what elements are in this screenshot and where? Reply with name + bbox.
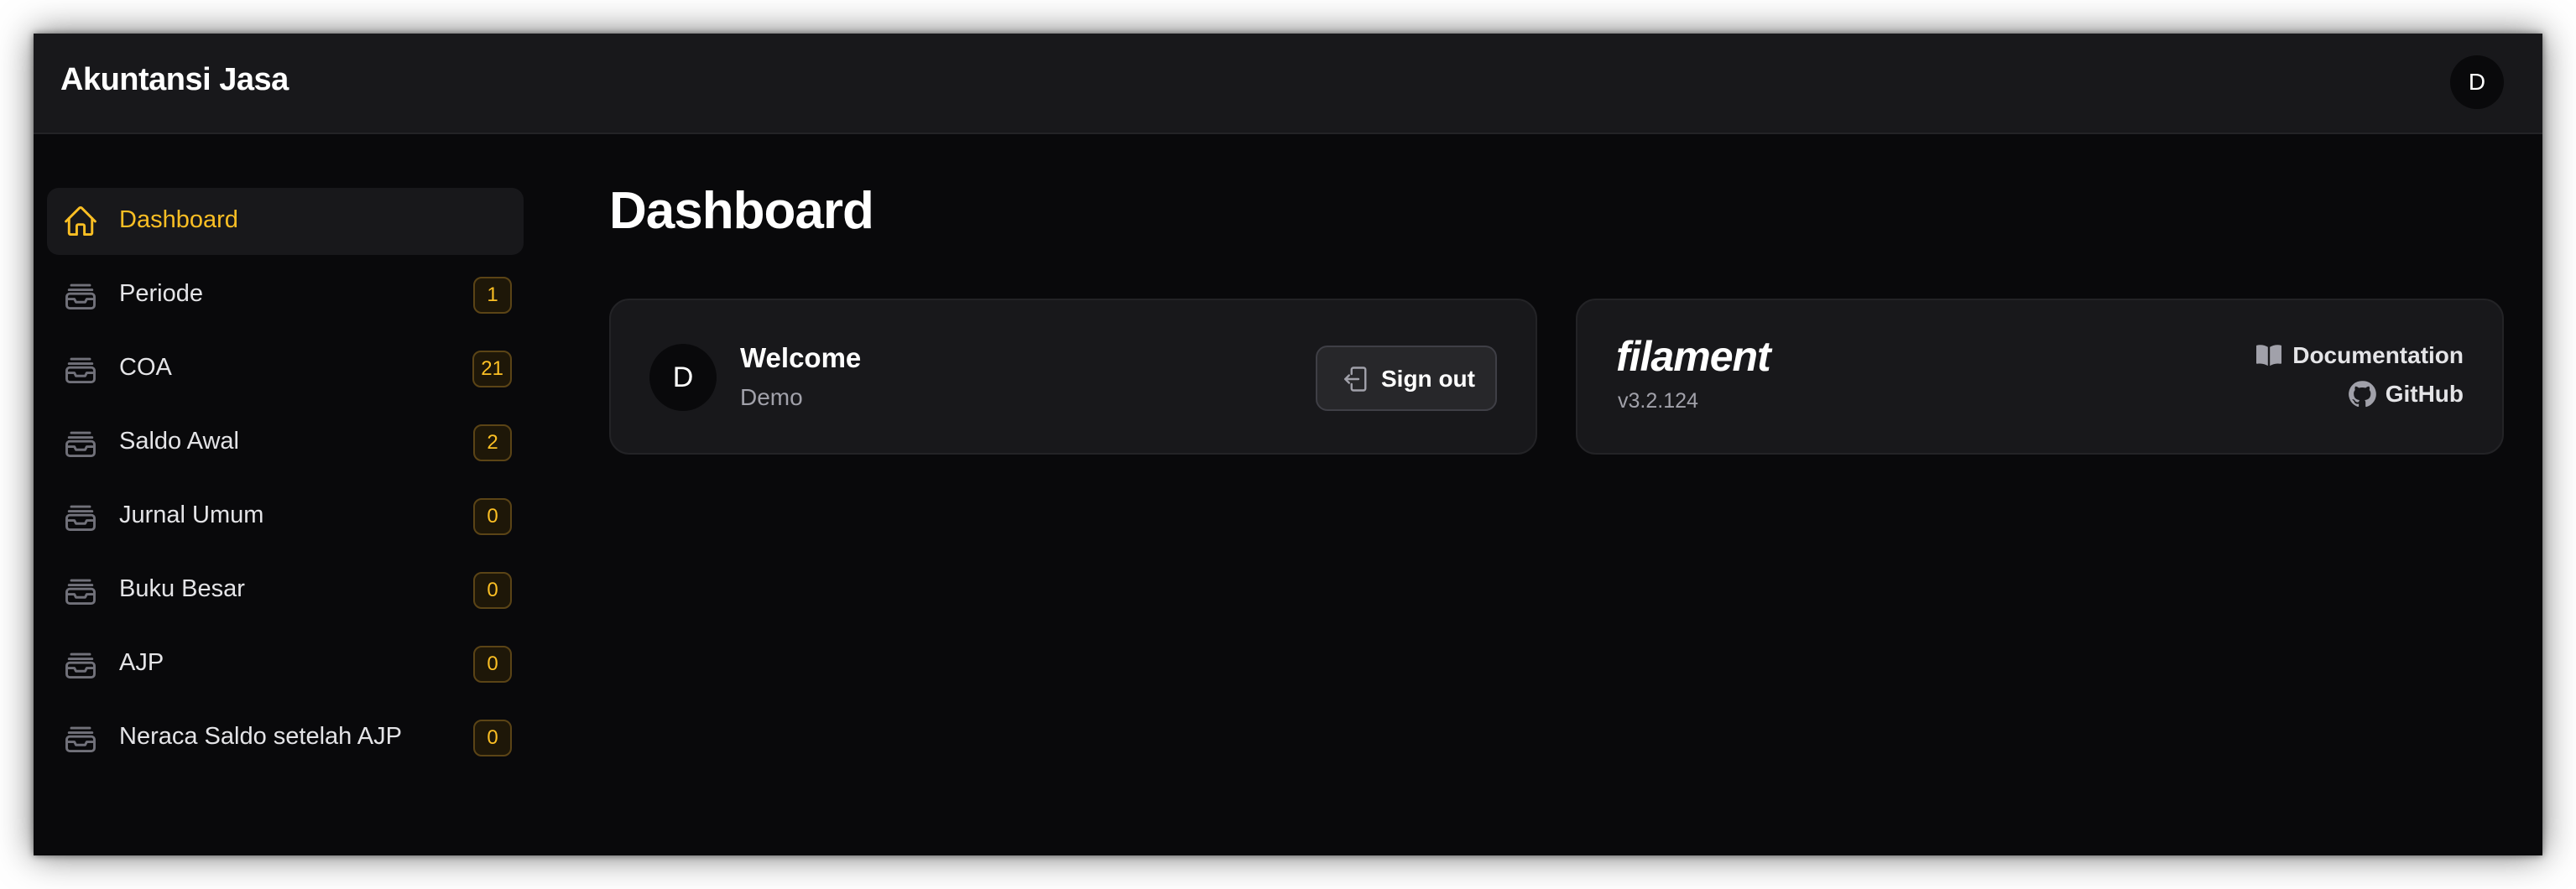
sidebar-item-label: Dashboard <box>119 206 238 233</box>
user-menu-avatar[interactable]: D <box>2450 55 2504 109</box>
app-window: Akuntansi Jasa D Dashboard Periode 1 COA… <box>34 34 2542 855</box>
count-badge: 2 <box>473 424 512 461</box>
count-badge: 21 <box>472 351 512 387</box>
count-badge: 0 <box>473 498 512 535</box>
sign-out-label: Sign out <box>1381 366 1475 392</box>
sidebar-item-saldo-awal[interactable]: Saldo Awal 2 <box>47 409 524 476</box>
inbox-stack-icon <box>65 579 96 606</box>
sidebar: Dashboard Periode 1 COA 21 Saldo Awal 2 <box>47 188 524 778</box>
sidebar-item-ajp[interactable]: AJP 0 <box>47 631 524 698</box>
inbox-stack-icon <box>65 652 96 679</box>
sidebar-item-label: COA <box>119 354 172 381</box>
book-open-icon <box>2256 345 2282 367</box>
documentation-link[interactable]: Documentation <box>2254 341 2464 371</box>
count-badge: 0 <box>473 572 512 609</box>
sidebar-item-jurnal-umum[interactable]: Jurnal Umum 0 <box>47 483 524 550</box>
sidebar-item-label: Saldo Awal <box>119 428 239 455</box>
welcome-heading: Welcome <box>740 342 862 373</box>
inbox-stack-icon <box>65 726 96 753</box>
sidebar-item-label: Periode <box>119 280 203 307</box>
inbox-stack-icon <box>65 283 96 310</box>
user-name: Demo <box>740 384 803 410</box>
avatar: D <box>649 344 717 411</box>
sidebar-item-label: Neraca Saldo setelah AJP <box>119 723 402 750</box>
version-label: v3.2.124 <box>1618 389 1698 413</box>
inbox-stack-icon <box>65 505 96 532</box>
inbox-stack-icon <box>65 357 96 384</box>
filament-logo[interactable]: filament <box>1616 332 1771 381</box>
count-badge: 1 <box>473 277 512 314</box>
filament-info-widget: filament v3.2.124 Documentation GitHub <box>1576 299 2504 455</box>
sidebar-item-periode[interactable]: Periode 1 <box>47 262 524 329</box>
sign-out-button[interactable]: Sign out <box>1316 346 1497 411</box>
count-badge: 0 <box>473 646 512 683</box>
sidebar-item-label: Jurnal Umum <box>119 502 264 528</box>
app-brand[interactable]: Akuntansi Jasa <box>60 62 289 98</box>
github-label: GitHub <box>2385 381 2464 407</box>
top-bar: Akuntansi Jasa D <box>34 34 2542 134</box>
home-icon <box>65 205 96 237</box>
github-icon <box>2348 381 2376 408</box>
page-title: Dashboard <box>609 182 874 240</box>
sign-out-icon <box>1344 367 1367 392</box>
sidebar-item-dashboard[interactable]: Dashboard <box>47 188 524 255</box>
documentation-label: Documentation <box>2292 342 2464 368</box>
sidebar-item-buku-besar[interactable]: Buku Besar 0 <box>47 557 524 624</box>
inbox-stack-icon <box>65 431 96 458</box>
sidebar-item-label: Buku Besar <box>119 575 245 602</box>
github-link[interactable]: GitHub <box>2347 379 2464 409</box>
sidebar-item-coa[interactable]: COA 21 <box>47 335 524 403</box>
sidebar-item-neraca-saldo-setelah-ajp[interactable]: Neraca Saldo setelah AJP 0 <box>47 704 524 772</box>
count-badge: 0 <box>473 720 512 756</box>
sidebar-item-label: AJP <box>119 649 164 676</box>
welcome-widget: D Welcome Demo Sign out <box>609 299 1537 455</box>
